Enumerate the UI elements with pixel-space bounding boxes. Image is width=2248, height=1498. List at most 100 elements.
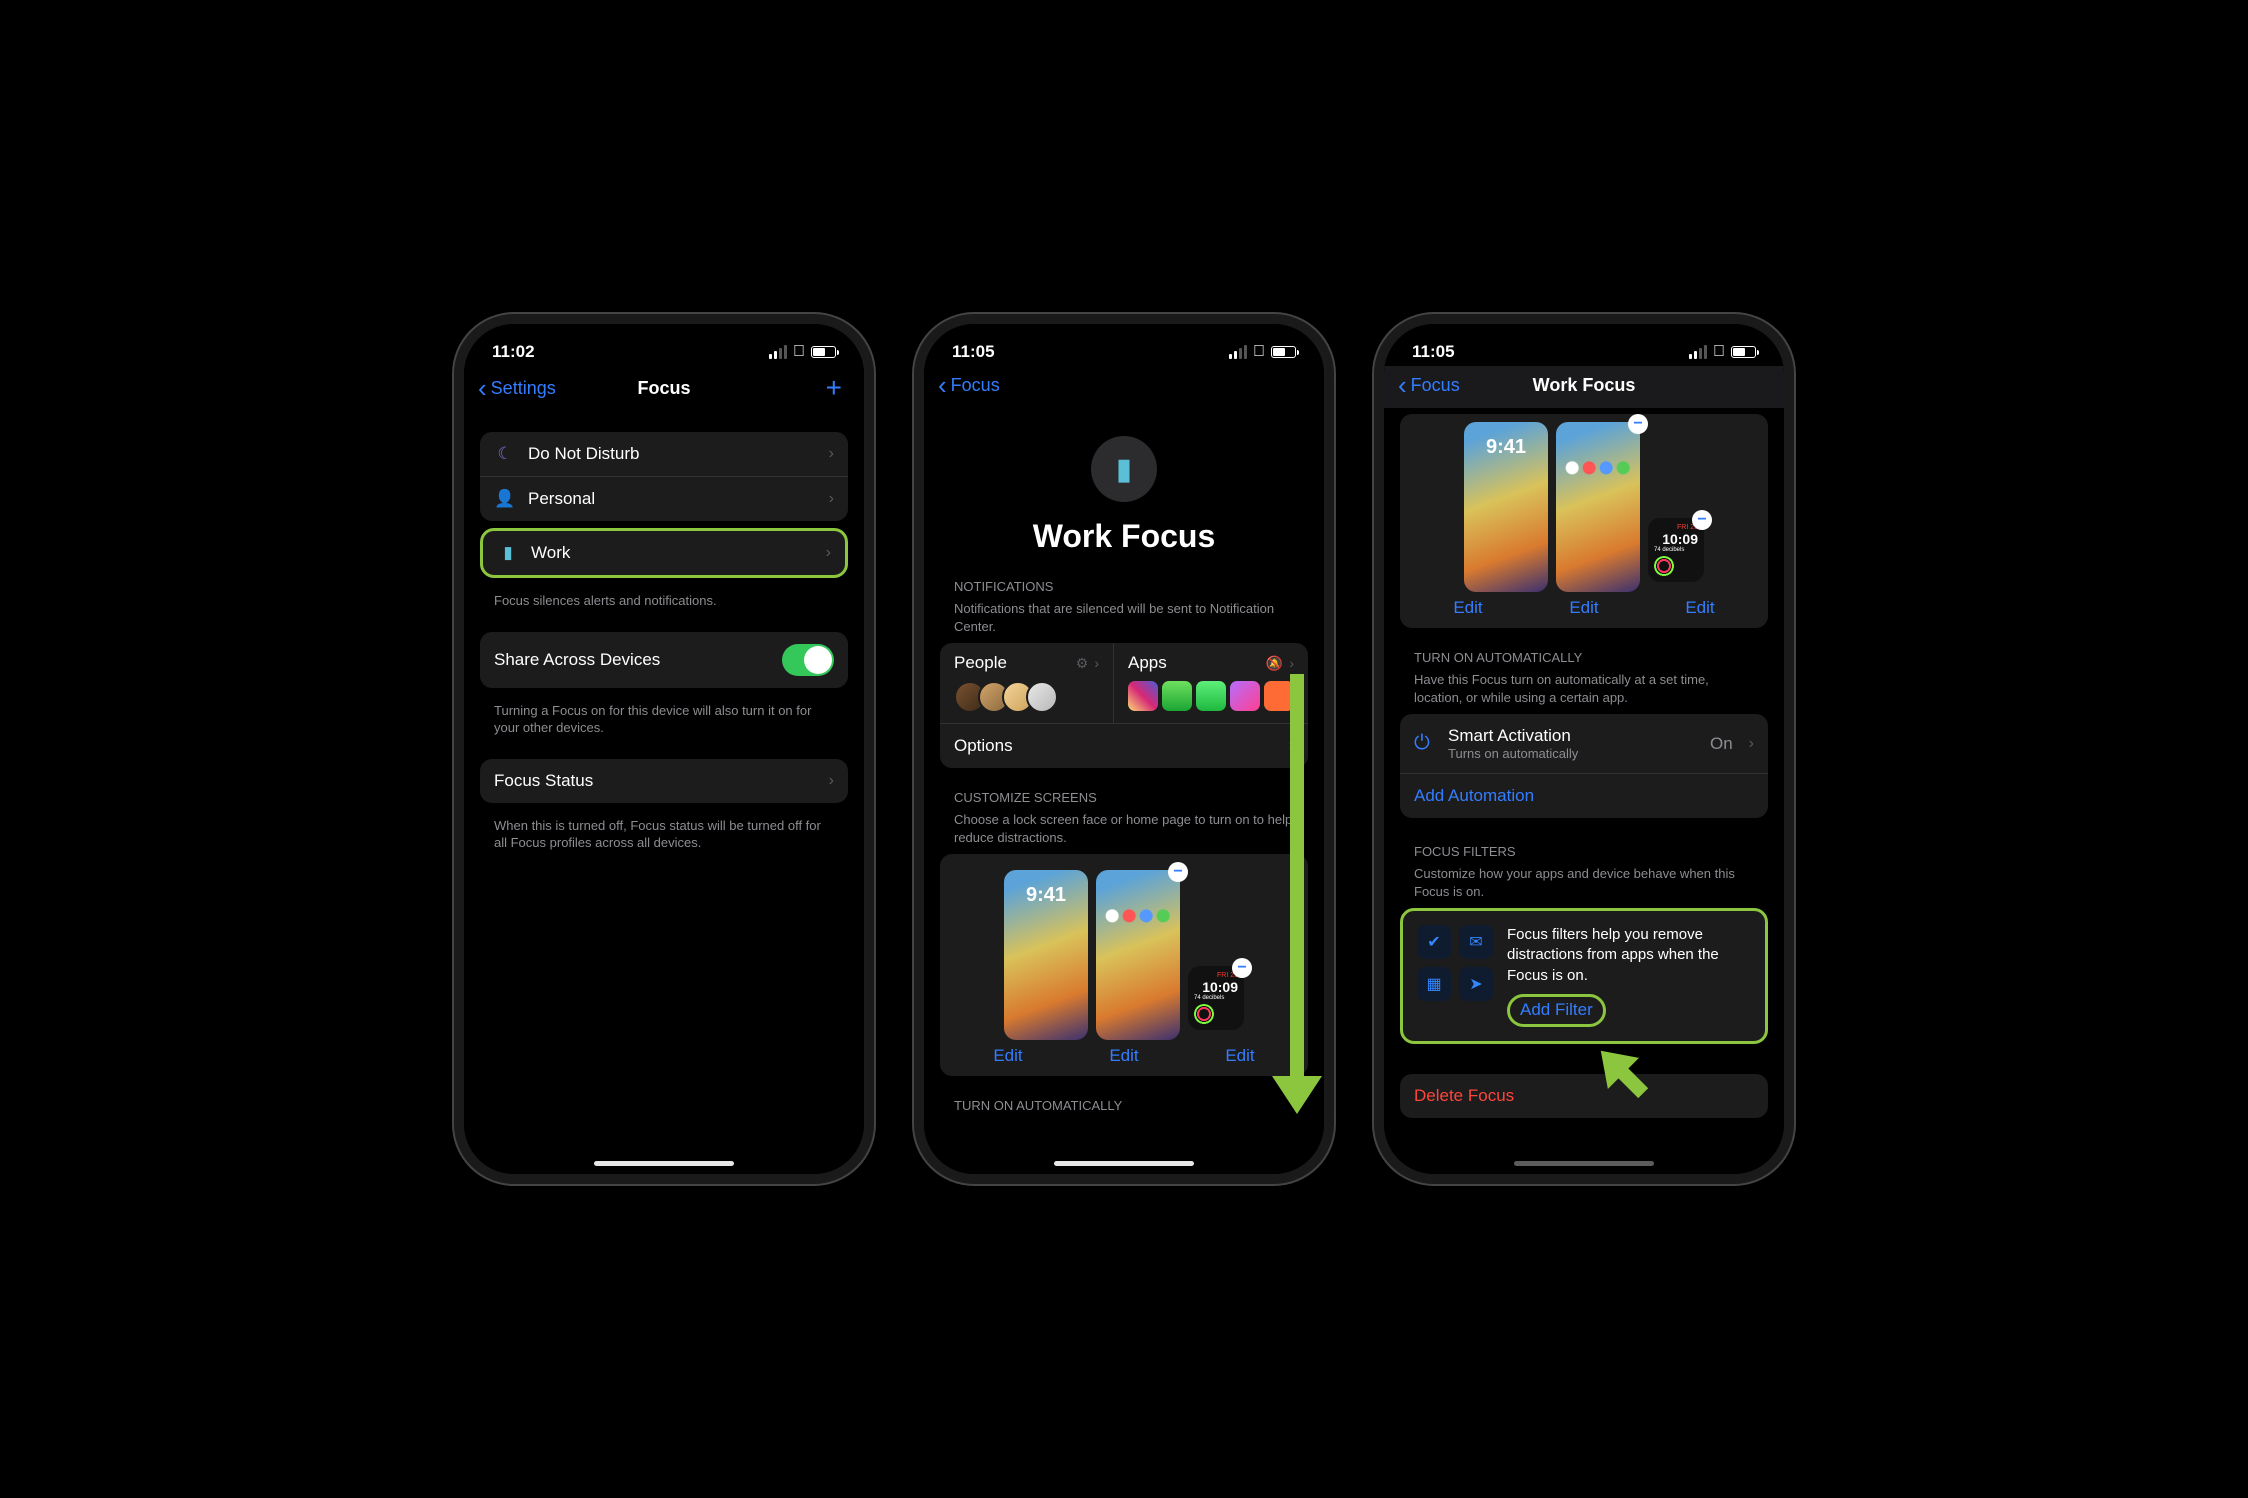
chevron-right-icon: › — [829, 445, 834, 463]
home-screen-thumb[interactable]: − — [1556, 422, 1640, 592]
row-smart-activation[interactable]: ⏻ Smart Activation Turns on automaticall… — [1400, 714, 1768, 774]
chevron-right-icon: › — [1289, 737, 1294, 755]
row-options[interactable]: Options › — [940, 724, 1308, 768]
content: ▮ Work Focus NOTIFICATIONS Notifications… — [924, 408, 1324, 1158]
add-filter-button[interactable]: Add Filter — [1507, 994, 1606, 1027]
status-icons: 􀙇 — [769, 343, 836, 361]
add-automation-label: Add Automation — [1414, 786, 1754, 806]
app-icon-messages — [1196, 681, 1226, 711]
focus-title: Work Focus — [940, 518, 1308, 555]
status-icons: 􀙇 — [1229, 343, 1296, 361]
lock-screen-thumb[interactable]: 9:41 — [1464, 422, 1548, 592]
section-header-auto: TURN ON AUTOMATICALLY — [940, 1098, 1308, 1119]
avatar — [1026, 681, 1058, 713]
chevron-left-icon: ‹ — [938, 372, 947, 398]
people-cell[interactable]: People ⚙︎ › — [940, 643, 1114, 723]
notch — [1504, 324, 1664, 356]
row-personal[interactable]: 👤 Personal › — [480, 477, 848, 521]
content: 9:41 − FRI 23 10:09 74 decibels — [1384, 408, 1784, 1158]
back-button[interactable]: ‹ Focus — [938, 372, 1000, 398]
signal-icon — [1229, 345, 1247, 359]
row-delete-focus[interactable]: Delete Focus — [1400, 1074, 1768, 1118]
chevron-right-icon: › — [1094, 655, 1099, 671]
status-time: 11:05 — [952, 342, 995, 362]
chevron-left-icon: ‹ — [1398, 372, 1407, 398]
screen-work-focus-top: 11:05 􀙇 ‹ Focus ▮ Work Focus NOTIFICATIO… — [924, 324, 1324, 1174]
people-avatars — [954, 681, 1099, 713]
row-share-across-devices[interactable]: Share Across Devices — [480, 632, 848, 688]
gear-icon: ⚙︎ — [1076, 655, 1089, 672]
focus-list-group: ☾ Do Not Disturb › 👤 Personal › — [480, 432, 848, 521]
row-label: Work — [531, 543, 814, 563]
wifi-icon: 􀙇 — [793, 343, 805, 361]
watch-day: FRI 23 — [1654, 524, 1698, 531]
row-sublabel: Turns on automatically — [1448, 746, 1698, 761]
minus-icon[interactable]: − — [1168, 862, 1188, 882]
phone-mockup-3: 11:05 􀙇 ‹ Focus Work Focus 9:41 — [1374, 314, 1794, 1184]
chevron-right-icon: › — [829, 490, 834, 508]
cell-icons: 🔕 › — [1266, 655, 1294, 672]
notch — [584, 324, 744, 356]
edit-lock-button[interactable]: Edit — [950, 1046, 1066, 1066]
value-on: On — [1710, 734, 1733, 754]
section-subtext: Customize how your apps and device behav… — [1400, 865, 1768, 908]
moon-icon: ☾ — [494, 444, 516, 464]
cell-header: Apps 🔕 › — [1128, 653, 1294, 673]
nav-bar: ‹ Focus — [924, 366, 1324, 408]
back-button[interactable]: ‹ Settings — [478, 375, 556, 401]
phone-mockup-1: 11:02 􀙇 ‹ Settings Focus + ☾ Do Not Dist… — [454, 314, 874, 1184]
edit-home-button[interactable]: Edit — [1066, 1046, 1182, 1066]
person-icon: 👤 — [494, 489, 516, 509]
chevron-right-icon: › — [1749, 735, 1754, 753]
footer-text: When this is turned off, Focus status wi… — [480, 811, 848, 874]
cell-header: People ⚙︎ › — [954, 653, 1099, 673]
apps-cell[interactable]: Apps 🔕 › — [1114, 643, 1308, 723]
watch-complication: 74 decibels — [1194, 995, 1238, 1001]
edit-lock-button[interactable]: Edit — [1410, 598, 1526, 618]
edit-home-button[interactable]: Edit — [1526, 598, 1642, 618]
app-icon-phone — [1162, 681, 1192, 711]
options-row-container: Options › — [940, 723, 1308, 768]
signal-icon — [769, 345, 787, 359]
minus-icon[interactable]: − — [1692, 510, 1712, 530]
screens-row: 9:41 − FRI 23 10:09 74 decibels — [950, 870, 1298, 1040]
watch-time: 10:09 — [1654, 531, 1698, 547]
row-do-not-disturb[interactable]: ☾ Do Not Disturb › — [480, 432, 848, 477]
nav-bar: ‹ Focus Work Focus — [1384, 366, 1784, 408]
lock-screen-thumb[interactable]: 9:41 — [1004, 870, 1088, 1040]
section-header-customize: CUSTOMIZE SCREENS — [940, 790, 1308, 811]
watch-complication: 74 decibels — [1654, 547, 1698, 553]
watch-day: FRI 23 — [1194, 972, 1238, 979]
edit-watch-button[interactable]: Edit — [1182, 1046, 1298, 1066]
notch — [1044, 324, 1204, 356]
location-icon: ➤ — [1459, 967, 1493, 1001]
home-indicator[interactable] — [594, 1161, 734, 1166]
chevron-right-icon: › — [829, 772, 834, 790]
watch-face-thumb[interactable]: FRI 23 10:09 74 decibels − — [1648, 518, 1704, 582]
home-indicator[interactable] — [1514, 1161, 1654, 1166]
row-label: Focus Status — [494, 771, 817, 791]
footer-text: Focus silences alerts and notifications. — [480, 586, 848, 632]
badge-icon: ▮ — [497, 543, 519, 563]
minus-icon[interactable]: − — [1628, 414, 1648, 434]
back-button[interactable]: ‹ Focus — [1398, 372, 1460, 398]
wifi-icon: 􀙇 — [1253, 343, 1265, 361]
focus-header: ▮ Work Focus — [940, 436, 1308, 555]
row-add-automation[interactable]: Add Automation — [1400, 774, 1768, 818]
add-button[interactable]: + — [826, 372, 850, 404]
signal-icon — [1689, 345, 1707, 359]
back-label: Focus — [951, 375, 1000, 396]
footer-text: Turning a Focus on for this device will … — [480, 696, 848, 759]
home-indicator[interactable] — [1054, 1161, 1194, 1166]
toggle-share[interactable] — [782, 644, 834, 676]
watch-face-thumb[interactable]: FRI 23 10:09 74 decibels − — [1188, 966, 1244, 1030]
home-screen-thumb[interactable]: − — [1096, 870, 1180, 1040]
mail-icon: ✉︎ — [1459, 925, 1493, 959]
app-icon-instagram — [1128, 681, 1158, 711]
row-work[interactable]: ▮ Work › — [483, 531, 845, 575]
minus-icon[interactable]: − — [1232, 958, 1252, 978]
section-header-filters: FOCUS FILTERS — [1400, 844, 1768, 865]
edit-watch-button[interactable]: Edit — [1642, 598, 1758, 618]
row-focus-status[interactable]: Focus Status › — [480, 759, 848, 803]
app-icon-asterisk — [1264, 681, 1294, 711]
